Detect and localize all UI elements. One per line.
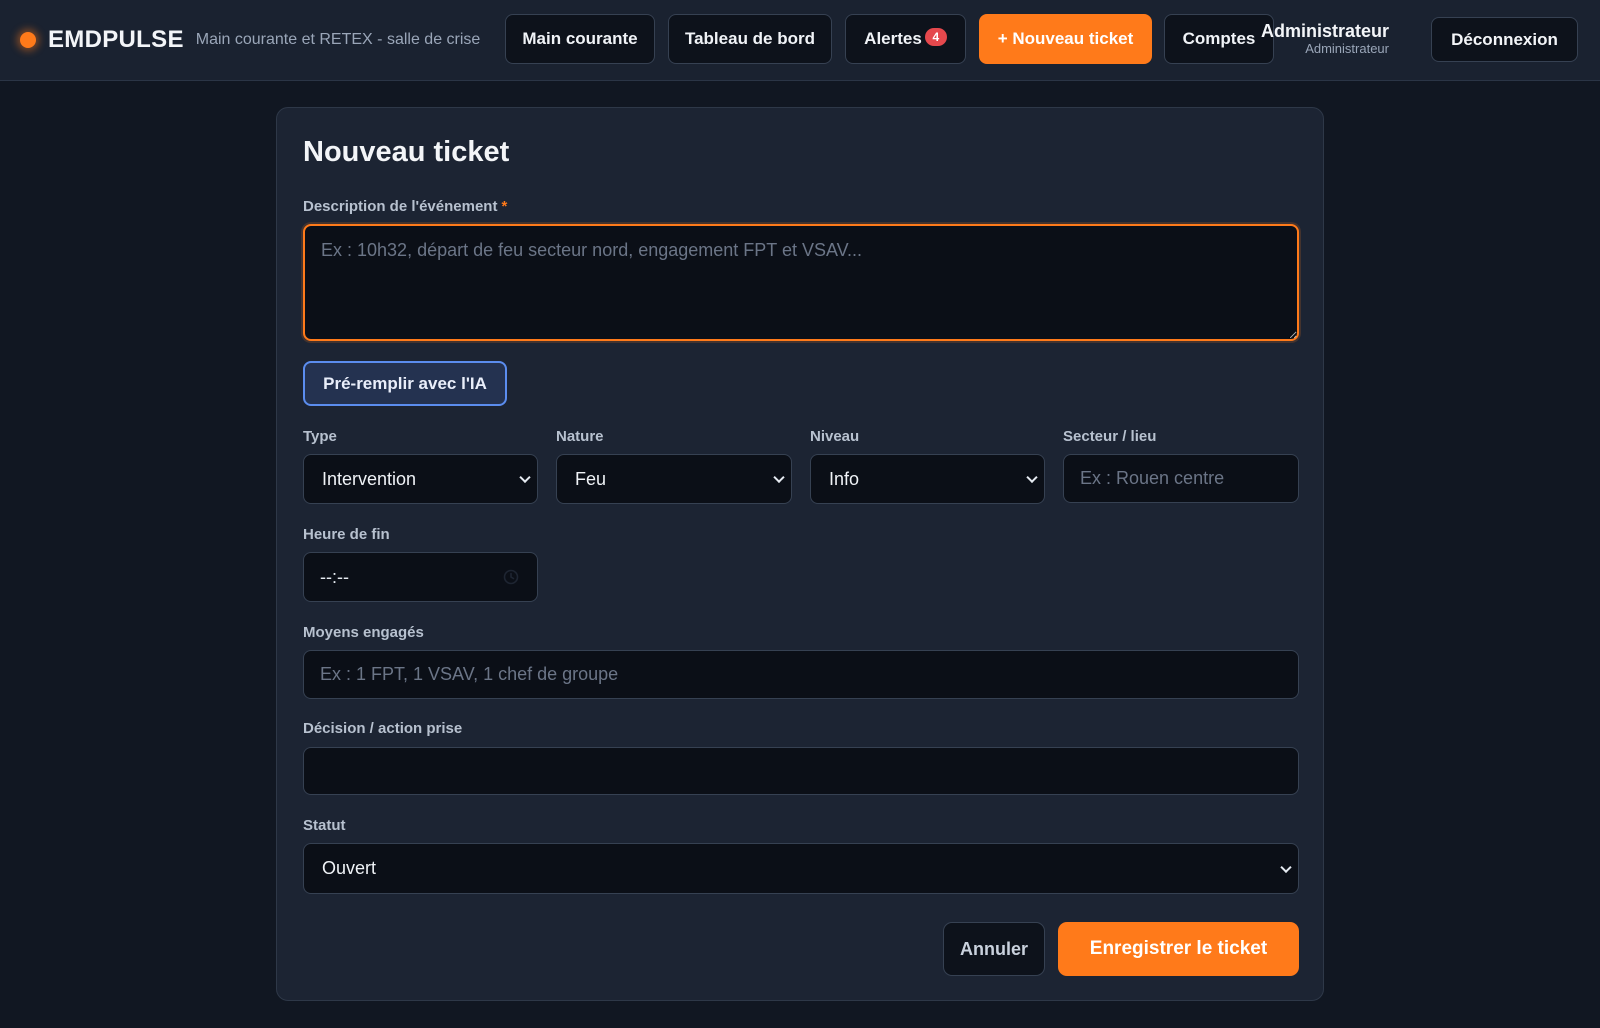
chevron-down-icon <box>773 471 785 484</box>
chevron-down-icon <box>1026 471 1038 484</box>
statut-label: Statut <box>303 817 346 834</box>
logout-label: Déconnexion <box>1451 29 1558 49</box>
nav-comptes-label: Comptes <box>1182 29 1256 48</box>
nav-alertes-button[interactable]: Alertes 4 <box>845 14 966 64</box>
decision-label: Décision / action prise <box>303 720 463 737</box>
heure-fin-value: --:-- <box>320 566 349 587</box>
brand-subtitle: Main courante et RETEX - salle de crise <box>195 31 481 48</box>
niveau-select[interactable]: Info <box>810 454 1045 504</box>
brand-name: EMDPULSE <box>48 26 184 53</box>
nav-tableau-de-bord-label: Tableau de bord <box>684 29 816 48</box>
ai-prefill-button[interactable]: Pré-remplir avec l'IA <box>303 361 507 406</box>
niveau-label: Niveau <box>810 428 860 445</box>
nav-main-courante-label: Main courante <box>522 29 638 48</box>
description-label: Description de l'événement * <box>303 198 507 215</box>
nature-select-value: Feu <box>575 468 607 489</box>
moyens-input[interactable] <box>303 650 1299 699</box>
nav-nouveau-ticket-label: + Nouveau ticket <box>997 29 1134 48</box>
statut-select[interactable]: Ouvert <box>303 843 1299 894</box>
statut-select-value: Ouvert <box>322 858 377 878</box>
type-select-value: Intervention <box>322 468 417 489</box>
type-select[interactable]: Intervention <box>303 454 538 504</box>
secteur-label: Secteur / lieu <box>1063 428 1157 445</box>
top-bar: EMDPULSE Main courante et RETEX - salle … <box>0 0 1600 81</box>
niveau-select-value: Info <box>829 468 860 489</box>
heure-fin-label: Heure de fin <box>303 526 390 543</box>
user-info: Administrateur Administrateur <box>1261 21 1389 56</box>
moyens-label: Moyens engagés <box>303 624 424 641</box>
heure-fin-input[interactable]: --:-- <box>303 552 538 602</box>
ai-prefill-label: Pré-remplir avec l'IA <box>323 373 487 393</box>
save-ticket-button[interactable]: Enregistrer le ticket <box>1058 922 1299 976</box>
new-ticket-card: Nouveau ticket Description de l'événemen… <box>276 107 1324 1001</box>
chevron-down-icon <box>519 471 531 484</box>
cancel-label: Annuler <box>959 938 1028 959</box>
save-ticket-label: Enregistrer le ticket <box>1089 938 1268 959</box>
nav-nouveau-ticket-button[interactable]: + Nouveau ticket <box>979 14 1152 64</box>
chevron-down-icon <box>1280 861 1292 873</box>
description-label-text: Description de l'événement <box>303 198 498 215</box>
brand: EMDPULSE Main courante et RETEX - salle … <box>20 0 480 80</box>
user-name: Administrateur <box>1260 21 1389 41</box>
user-role: Administrateur <box>1305 41 1389 56</box>
nav-comptes-button[interactable]: Comptes <box>1164 14 1274 64</box>
nav-tableau-de-bord-button[interactable]: Tableau de bord <box>668 14 832 64</box>
nav-main-courante-button[interactable]: Main courante <box>505 14 655 64</box>
description-textarea[interactable] <box>303 224 1299 341</box>
decision-input[interactable] <box>303 747 1299 795</box>
nature-label: Nature <box>556 428 604 445</box>
secteur-input[interactable] <box>1063 454 1299 503</box>
required-mark: * <box>501 198 508 215</box>
nature-select[interactable]: Feu <box>556 454 792 504</box>
status-dot-icon <box>20 32 36 48</box>
logout-button[interactable]: Déconnexion <box>1431 17 1578 62</box>
alerts-count-badge: 4 <box>924 28 947 46</box>
clock-icon[interactable] <box>503 569 519 585</box>
type-label: Type <box>303 428 337 445</box>
cancel-button[interactable]: Annuler <box>943 922 1045 976</box>
nav-alertes-label: Alertes <box>864 29 922 48</box>
page-title: Nouveau ticket <box>303 136 510 168</box>
